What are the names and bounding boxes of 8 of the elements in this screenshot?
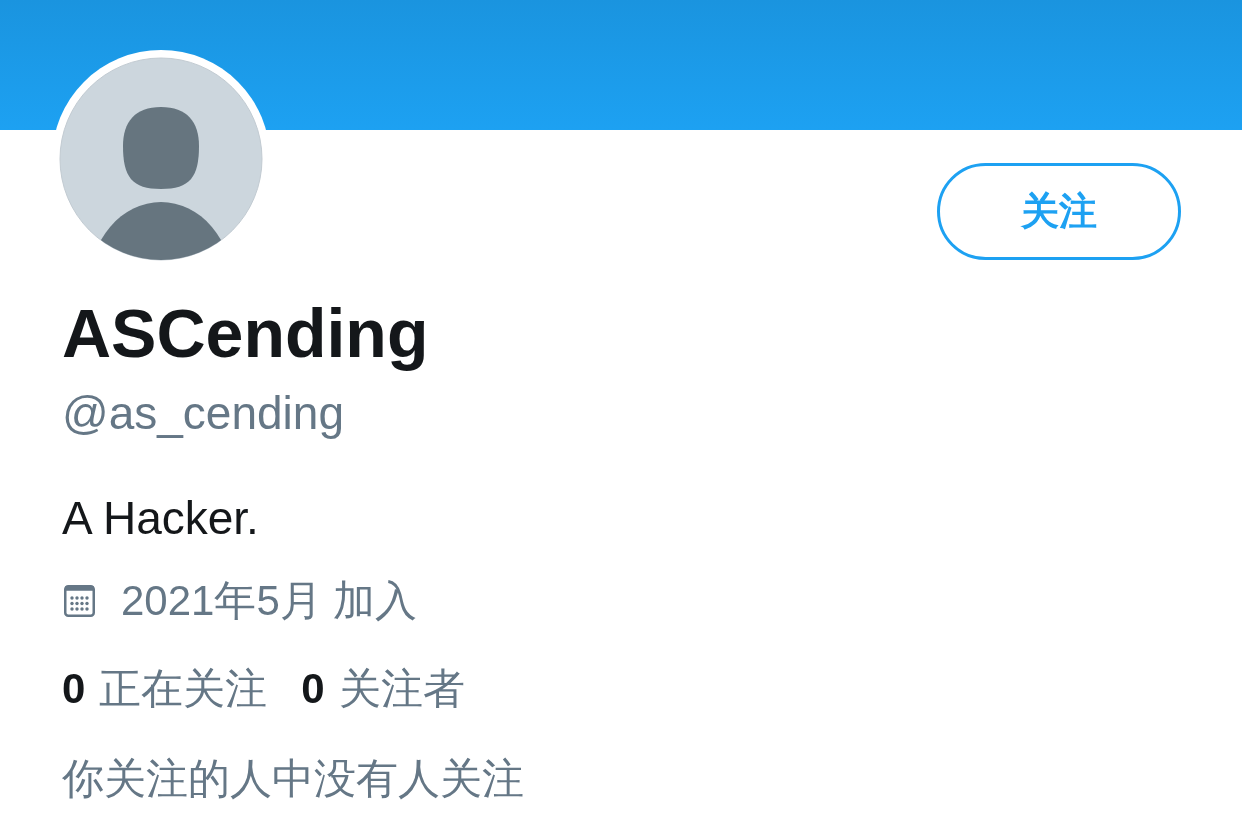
user-handle: @as_cending — [62, 386, 344, 441]
join-date: 2021年5月 加入 — [121, 576, 418, 626]
stat-link[interactable]: 0 关注者 — [301, 664, 465, 714]
calendar-icon — [64, 585, 95, 617]
bio-text: A Hacker. — [62, 491, 259, 546]
followers-you-know-text: 你关注的人中没有人关注 — [62, 754, 524, 804]
display-name: ASCending — [62, 294, 429, 373]
stat-link[interactable]: 0 正在关注 — [62, 664, 268, 714]
